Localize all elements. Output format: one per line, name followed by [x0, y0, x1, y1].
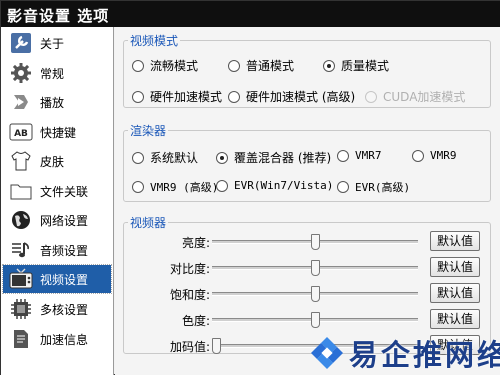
sidebar-item-multicore[interactable]: 多核设置: [3, 295, 111, 323]
watermark: 易企推网络: [307, 329, 500, 375]
tv-icon: [9, 267, 33, 291]
brightness-reset-button[interactable]: 默认值: [430, 231, 480, 251]
radio-indicator: [132, 90, 144, 103]
contrast-reset-button[interactable]: 默认值: [430, 257, 480, 277]
video-mode-group: 视频模式 流畅模式 普通模式 质量模式 硬件加速模式 硬件加速模式 (高级) C…: [123, 32, 491, 108]
radio-quality-mode[interactable]: 质量模式: [323, 57, 389, 74]
sidebar-item-label: 文件关联: [40, 184, 89, 199]
sidebar-item-label: 快捷键: [40, 125, 77, 140]
sidebar-item-label: 多核设置: [40, 302, 89, 317]
radio-indicator: [216, 151, 228, 164]
hue-slider[interactable]: [212, 312, 418, 328]
radio-indicator: [228, 59, 240, 72]
globe-icon: [9, 208, 33, 232]
renderer-title: 渲染器: [128, 122, 169, 139]
slider-thumb[interactable]: [311, 234, 320, 250]
radio-indicator: [365, 90, 377, 103]
radio-hw-accel-advanced-mode[interactable]: 硬件加速模式 (高级): [228, 88, 355, 105]
radio-hw-accel-mode[interactable]: 硬件加速模式: [132, 88, 222, 105]
hue-reset-button[interactable]: 默认值: [430, 309, 480, 329]
play-arrow-icon: [9, 90, 33, 114]
sidebar-item-about[interactable]: 关于: [3, 29, 111, 57]
sidebar-item-video[interactable]: 视频设置: [2, 264, 112, 294]
slider-row-contrast: 对比度: 默认值: [124, 257, 492, 279]
radio-evr-win7-vista[interactable]: EVR(Win7/Vista): [216, 179, 333, 192]
svg-text:AB: AB: [14, 129, 28, 139]
renderer-group: 渲染器 系统默认 覆盖混合器 (推荐) VMR7 VMR9 VMR9 (高级) …: [123, 122, 491, 202]
slider-thumb[interactable]: [311, 286, 320, 302]
slider-label: 饱和度:: [169, 288, 210, 302]
sidebar-item-label: 音频设置: [40, 243, 89, 258]
radio-indicator: [132, 59, 144, 72]
folder-icon: [9, 179, 33, 203]
info-document-icon: [9, 327, 33, 351]
sidebar-item-general[interactable]: 常规: [3, 59, 111, 87]
settings-window: 影音设置 选项 关于 常规 播放 AB 快捷键 皮肤 文件关联 网络设置 音频设…: [0, 0, 500, 375]
slider-row-hue: 色度: 默认值: [124, 309, 492, 331]
radio-overlay-mixer[interactable]: 覆盖混合器 (推荐): [216, 149, 331, 166]
cpu-icon: [9, 297, 33, 321]
video-mode-title: 视频模式: [128, 32, 181, 49]
sidebar-item-label: 视频设置: [40, 272, 89, 287]
music-note-icon: [9, 238, 33, 262]
sidebar-item-network[interactable]: 网络设置: [3, 206, 111, 234]
radio-vmr9[interactable]: VMR9: [412, 149, 457, 162]
radio-indicator: [337, 181, 349, 193]
slider-label: 亮度:: [181, 236, 210, 250]
wrench-icon: [9, 31, 33, 55]
radio-indicator: [132, 181, 144, 193]
slider-thumb[interactable]: [311, 312, 320, 328]
radio-cuda-accel-mode: CUDA加速模式: [365, 88, 465, 105]
sidebar-item-label: 关于: [40, 36, 65, 51]
radio-smooth-mode[interactable]: 流畅模式: [132, 57, 198, 74]
sidebar-item-audio[interactable]: 音频设置: [3, 236, 111, 264]
radio-indicator: [412, 149, 424, 162]
slider-row-brightness: 亮度: 默认值: [124, 231, 492, 253]
sidebar-item-skin[interactable]: 皮肤: [3, 147, 111, 175]
radio-system-default[interactable]: 系统默认: [132, 149, 198, 166]
watermark-logo-icon: [307, 333, 347, 373]
sidebar: 关于 常规 播放 AB 快捷键 皮肤 文件关联 网络设置 音频设置 视频设置 多…: [1, 27, 114, 375]
gear-icon: [9, 61, 33, 85]
sidebar-item-acceleration-info[interactable]: 加速信息: [3, 325, 111, 353]
radio-indicator: [216, 179, 228, 192]
sidebar-item-label: 常规: [40, 66, 65, 81]
radio-evr-advanced[interactable]: EVR(高级): [337, 179, 410, 195]
watermark-text: 易企推网络: [349, 337, 500, 372]
sidebar-item-shortcuts[interactable]: AB 快捷键: [3, 118, 111, 146]
radio-normal-mode[interactable]: 普通模式: [228, 57, 294, 74]
sidebar-item-label: 网络设置: [40, 213, 89, 228]
sidebar-item-playback[interactable]: 播放: [3, 88, 111, 116]
slider-row-saturation: 饱和度: 默认值: [124, 283, 492, 305]
radio-indicator: [228, 90, 240, 103]
radio-indicator: [323, 59, 335, 72]
slider-thumb[interactable]: [212, 338, 221, 354]
saturation-slider[interactable]: [212, 286, 418, 302]
shirt-icon: [9, 149, 33, 173]
window-title: 影音设置 选项: [1, 1, 500, 27]
slider-label: 加码值:: [169, 340, 210, 354]
sidebar-item-file-association[interactable]: 文件关联: [3, 177, 111, 205]
video-settings-panel: 视频模式 流畅模式 普通模式 质量模式 硬件加速模式 硬件加速模式 (高级) C…: [115, 27, 500, 375]
radio-vmr7[interactable]: VMR7: [337, 149, 382, 162]
slider-label: 对比度:: [169, 262, 210, 276]
saturation-reset-button[interactable]: 默认值: [430, 283, 480, 303]
sidebar-item-label: 加速信息: [40, 332, 89, 347]
video-equalizer-title: 视频器: [128, 214, 169, 231]
keyboard-key-icon: AB: [9, 120, 33, 144]
slider-thumb[interactable]: [311, 260, 320, 276]
brightness-slider[interactable]: [212, 234, 418, 250]
contrast-slider[interactable]: [212, 260, 418, 276]
slider-label: 色度:: [181, 314, 210, 328]
radio-indicator: [132, 151, 144, 164]
sidebar-item-label: 皮肤: [40, 154, 65, 169]
radio-indicator: [337, 149, 349, 162]
sidebar-item-label: 播放: [40, 95, 65, 110]
radio-vmr9-advanced[interactable]: VMR9 (高级): [132, 179, 218, 195]
